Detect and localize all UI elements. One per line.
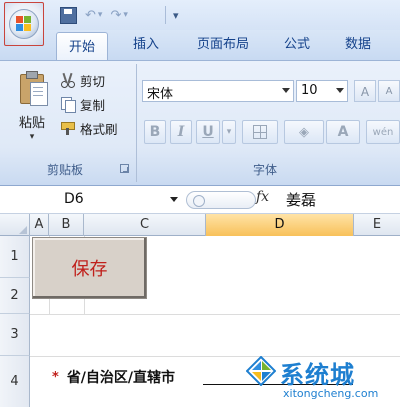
save-button-label: 保存 [71, 259, 108, 280]
xitongcheng-logo-icon [246, 356, 276, 386]
underline-button[interactable]: U [196, 120, 220, 144]
province-field-label: 省/自治区/直辖市 [66, 370, 176, 386]
paste-icon[interactable] [18, 70, 48, 106]
tab-formulas[interactable]: 公式 [272, 30, 322, 60]
row-header-2[interactable]: 2 [0, 278, 30, 314]
redo-icon[interactable]: ↷ [110, 8, 121, 23]
qat-divider [165, 6, 166, 24]
font-size-combo[interactable]: 10 [296, 80, 348, 102]
column-header-b[interactable]: B [49, 214, 84, 236]
save-icon[interactable] [60, 6, 77, 24]
column-header-a[interactable]: A [30, 214, 49, 236]
font-name-dropdown-icon[interactable] [282, 88, 290, 93]
column-header-d[interactable]: D [206, 214, 354, 236]
tab-data[interactable]: 数据 [330, 30, 386, 60]
column-header-c[interactable]: C [84, 214, 206, 236]
font-name-combo[interactable]: 宋体 [142, 80, 294, 102]
row-header-3[interactable]: 3 [0, 314, 30, 356]
watermark-url: xitongcheng.com [283, 387, 379, 400]
formula-bar-input[interactable]: 姜磊 [286, 189, 316, 210]
redo-dropdown-icon[interactable]: ▾ [123, 10, 128, 20]
name-box[interactable] [0, 189, 184, 211]
group-separator [136, 64, 137, 182]
font-group-label: 字体 [252, 163, 277, 177]
name-box-dropdown-icon[interactable] [170, 197, 178, 202]
cut-button[interactable]: 剪切 [60, 70, 105, 90]
tab-insert[interactable]: 插入 [120, 30, 172, 60]
underline-dropdown-icon[interactable]: ▾ [222, 120, 236, 144]
office-logo-icon [16, 16, 32, 32]
tab-home[interactable]: 开始 [56, 32, 108, 62]
shrink-font-button[interactable]: A [378, 80, 400, 102]
paste-button-label[interactable]: 粘贴 [14, 112, 50, 131]
format-painter-icon [60, 120, 76, 136]
font-size-dropdown-icon[interactable] [336, 88, 344, 93]
insert-function-icon[interactable]: fx [256, 189, 278, 205]
gridline [30, 314, 400, 315]
grow-font-button[interactable]: A [354, 80, 376, 102]
font-color-button[interactable]: A [326, 120, 360, 144]
font-name-value: 宋体 [147, 87, 174, 102]
borders-button[interactable] [242, 120, 278, 144]
paste-dropdown-icon[interactable]: ▾ [26, 132, 38, 142]
undo-icon[interactable]: ↶ [85, 8, 96, 23]
cut-label: 剪切 [80, 73, 106, 89]
copy-icon [60, 96, 76, 113]
borders-icon [253, 125, 267, 139]
clipboard-dialog-launcher-icon[interactable] [120, 164, 129, 173]
copy-button[interactable]: 复制 [60, 94, 105, 114]
format-painter-button[interactable]: 格式刷 [60, 118, 118, 138]
fill-color-button[interactable]: ◈ [284, 120, 324, 144]
save-button[interactable]: 保存 [32, 237, 147, 299]
italic-button[interactable]: I [170, 120, 192, 144]
row-header-4[interactable]: 4 [0, 356, 30, 407]
select-all-corner[interactable] [0, 214, 30, 236]
formula-bar-splitter[interactable] [186, 191, 256, 209]
required-star: * [52, 369, 59, 385]
quick-access-toolbar: ↶ ▾ ↷ ▾ [60, 4, 136, 26]
province-field: * 省/自治区/直辖市 [52, 366, 175, 388]
row-header-1[interactable]: 1 [0, 236, 30, 278]
watermark-text: 系统城 [280, 361, 355, 389]
name-box-value[interactable]: D6 [64, 191, 84, 207]
office-button[interactable] [4, 2, 44, 46]
column-header-e[interactable]: E [354, 214, 400, 236]
tab-page-layout[interactable]: 页面布局 [182, 30, 264, 60]
phonetic-guide-button[interactable]: wén [366, 120, 400, 144]
fill-bucket-icon: ◈ [299, 124, 309, 140]
copy-label: 复制 [80, 97, 106, 113]
format-painter-label: 格式刷 [80, 121, 118, 137]
clipboard-group-label: 剪贴板 [46, 163, 83, 177]
customize-qat-icon[interactable]: ▾ [173, 4, 179, 26]
scissors-icon [60, 72, 76, 88]
bold-button[interactable]: B [144, 120, 166, 144]
font-size-value: 10 [301, 83, 318, 98]
undo-dropdown-icon[interactable]: ▾ [98, 10, 103, 20]
